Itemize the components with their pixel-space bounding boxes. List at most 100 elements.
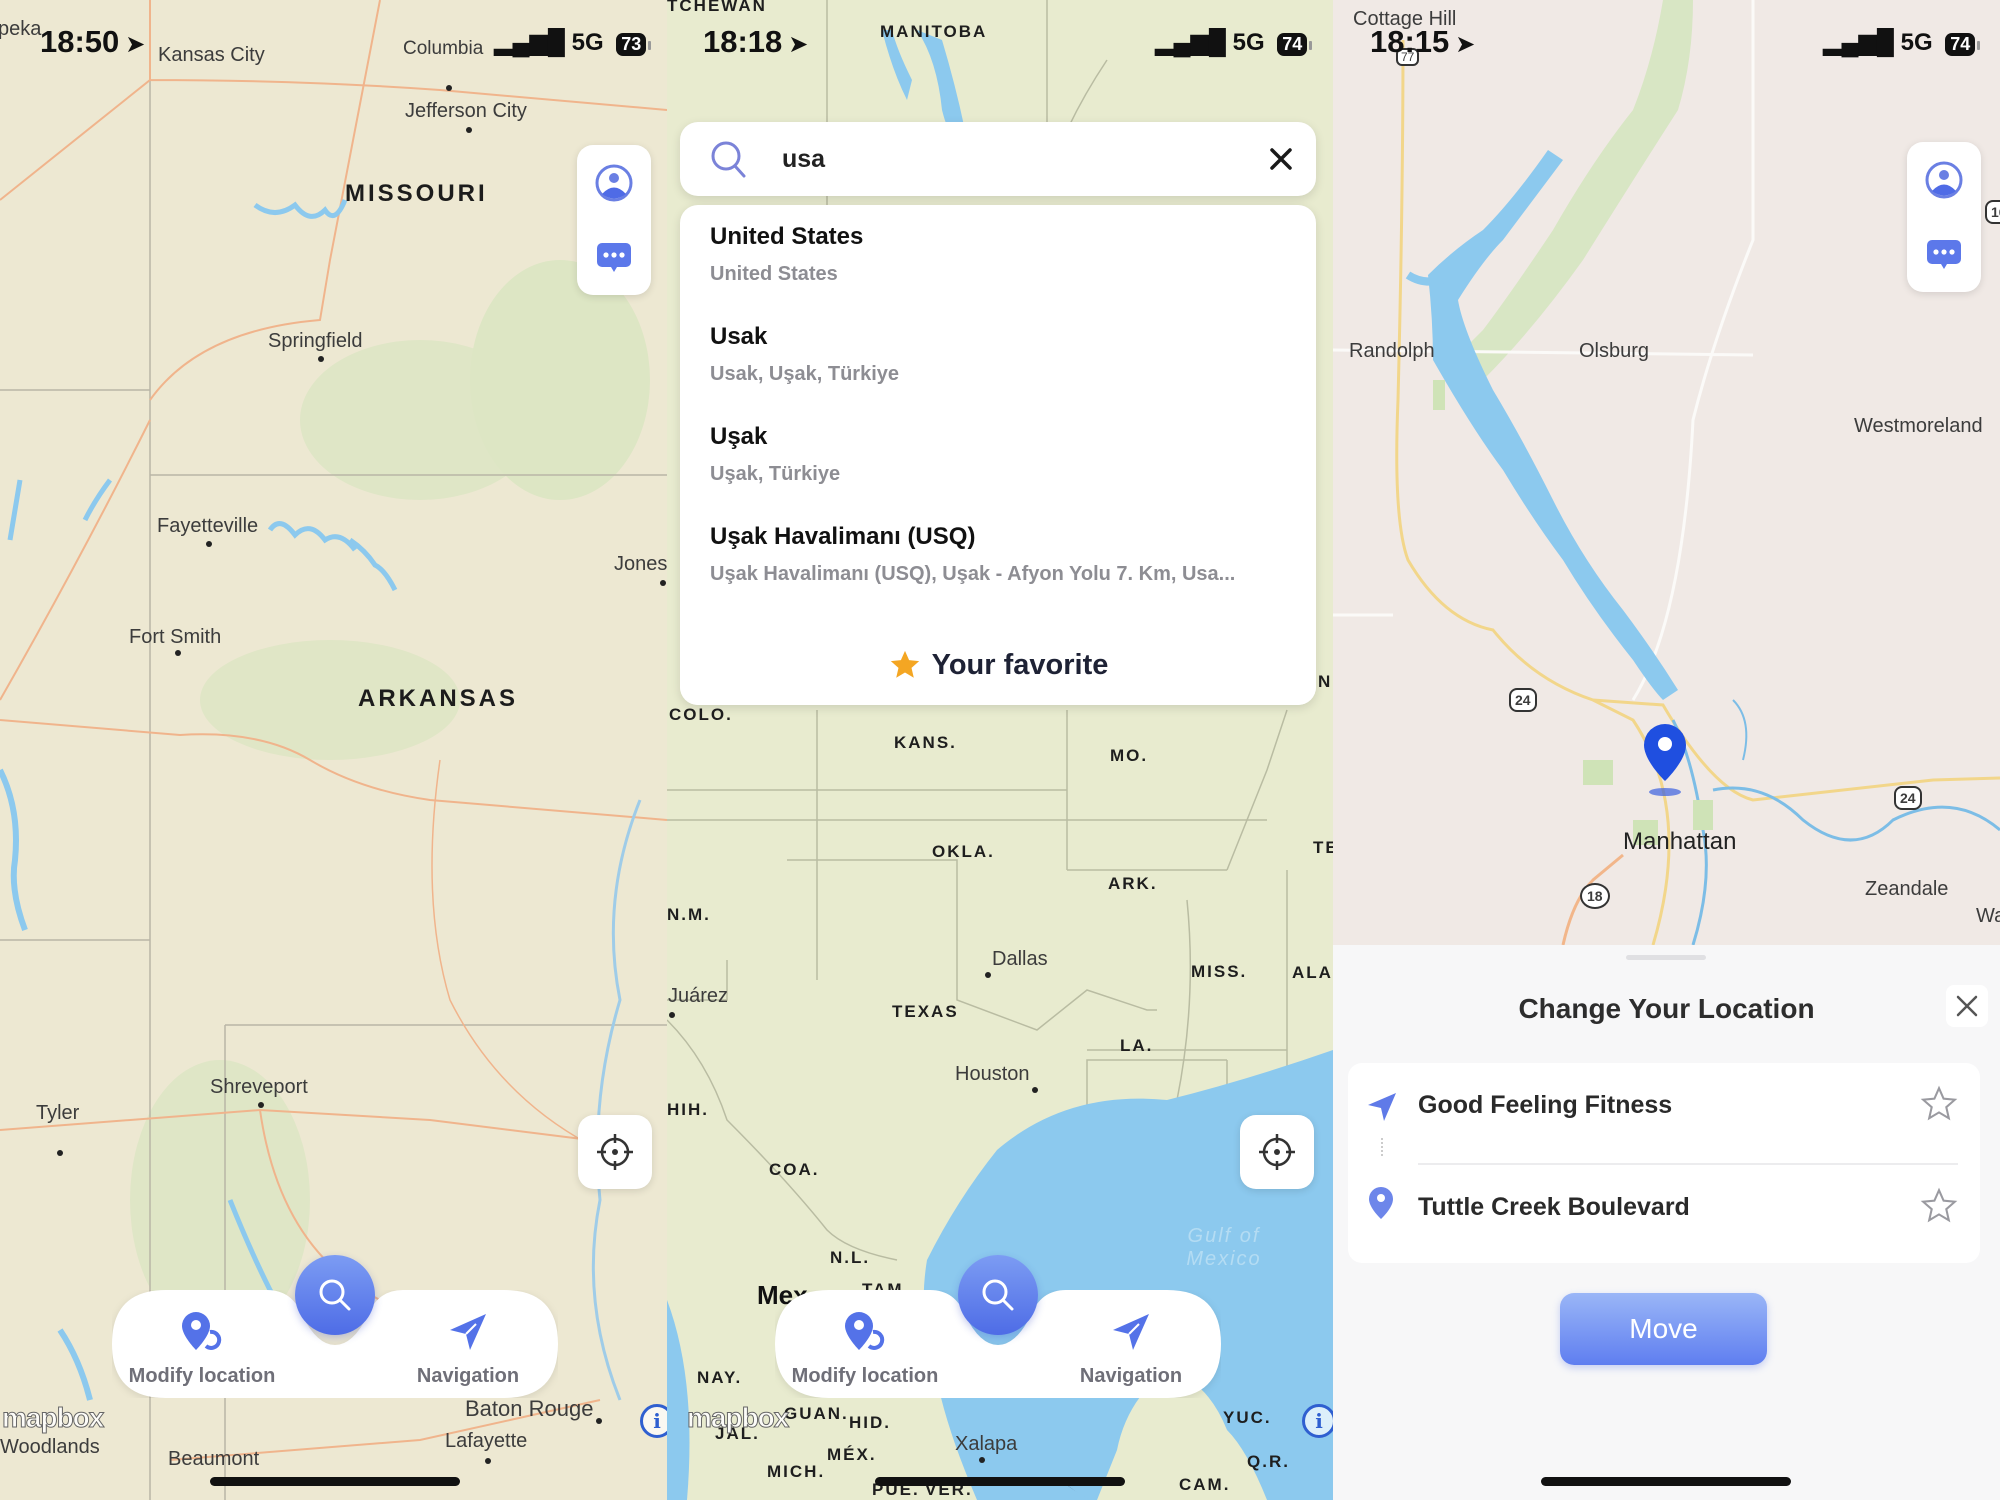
recenter-button[interactable] [578, 1115, 652, 1189]
map-label-region: MÉX. [827, 1445, 877, 1464]
map-label-city: Randolph [1349, 340, 1435, 362]
close-icon [1956, 995, 1978, 1017]
status-right: ▂▄▆█ 5G 73 [494, 28, 652, 57]
navigation-button[interactable]: Navigation [378, 1310, 558, 1388]
network-type: 5G [571, 29, 604, 56]
city-dot [318, 356, 324, 362]
attribution-info-icon[interactable]: i [1302, 1404, 1333, 1438]
signal-icon: ▂▄▆█ [494, 29, 565, 56]
search-button[interactable] [958, 1255, 1038, 1335]
change-location-sheet: Change Your Location Good Feeling Fitnes… [1333, 945, 2000, 1500]
city-dot [485, 1458, 491, 1464]
crosshair-icon [1259, 1134, 1295, 1170]
map-label-city: Beaumont [168, 1448, 260, 1470]
search-button[interactable] [295, 1255, 375, 1335]
map-label-state: MISSOURI [345, 180, 488, 207]
map-label-region: NAY. [697, 1368, 743, 1387]
search-result-item[interactable]: Uşak Havalimanı (USQ) Uşak Havalimanı (U… [710, 523, 1296, 623]
modify-location-button[interactable]: Modify location [775, 1310, 955, 1388]
city-dot [669, 1012, 675, 1018]
search-input[interactable] [780, 138, 1214, 180]
home-indicator [210, 1477, 460, 1486]
network-type: 5G [1900, 29, 1933, 56]
network-type: 5G [1232, 29, 1265, 56]
city-dot [596, 1418, 602, 1424]
search-icon [982, 1279, 1014, 1311]
navigation-button[interactable]: Navigation [1041, 1310, 1221, 1388]
location-row-destination[interactable]: Tuttle Creek Boulevard [1348, 1165, 1980, 1255]
sheet-grabber[interactable] [1626, 955, 1706, 960]
star-outline-icon[interactable] [1920, 1187, 1958, 1225]
location-name: Tuttle Creek Boulevard [1418, 1193, 1690, 1221]
highway-shield: 24 [1509, 688, 1537, 712]
chat-icon[interactable] [1924, 234, 1964, 274]
map-label-city: Westmoreland [1854, 415, 1983, 437]
location-row-origin[interactable]: Good Feeling Fitness [1348, 1063, 1980, 1153]
map-label-city: Houston [955, 1063, 1030, 1085]
map-label-city: Shreveport [210, 1076, 308, 1098]
result-title: United States [710, 223, 864, 250]
star-outline-icon[interactable] [1920, 1085, 1958, 1123]
modify-location-icon [845, 1312, 885, 1350]
map-label-city: Juárez [668, 985, 729, 1007]
search-result-item[interactable]: United States United States [710, 223, 1296, 323]
highway-shield: 18 [1580, 883, 1610, 909]
map-label-region: TCHEWAN [667, 0, 767, 15]
location-arrow-icon: ➤ [1455, 31, 1476, 58]
city-dot [979, 1457, 985, 1463]
attribution-info-icon[interactable]: i [640, 1404, 667, 1438]
battery-icon: 74 [1277, 33, 1313, 56]
map-label-region: ARK. [1108, 874, 1158, 893]
recenter-button[interactable] [1240, 1115, 1314, 1189]
your-favorite-button[interactable]: Your favorite [680, 625, 1316, 705]
map-label-city: Jefferson City [405, 100, 527, 122]
map-label-city: Springfield [268, 330, 363, 352]
profile-icon[interactable] [1924, 160, 1964, 200]
signal-icon: ▂▄▆█ [1823, 29, 1894, 56]
time-text: 18:18 [703, 24, 783, 59]
navigation-label: Navigation [1079, 1365, 1183, 1387]
close-button[interactable] [1946, 985, 1988, 1027]
chat-icon[interactable] [594, 237, 634, 277]
panel-change-location: Cottage Hill Randolph Olsburg Westmorela… [1333, 0, 2000, 1500]
panel-search: TCHEWAN MANITOBA COLO. KANS. MO. OKLA. A… [667, 0, 1333, 1500]
result-subtitle: Uşak, Türkiye [710, 463, 841, 485]
map-pin-icon[interactable] [1640, 722, 1690, 797]
map-label-city: Olsburg [1579, 340, 1650, 362]
clear-search-icon[interactable] [1268, 146, 1294, 172]
search-icon [319, 1279, 351, 1311]
map-label-city: Tyler [36, 1102, 80, 1124]
map-label-region: TE [1313, 838, 1333, 857]
location-arrow-icon: ➤ [125, 31, 146, 58]
status-right: ▂▄▆█ 5G 74 [1155, 28, 1313, 57]
navigation-label: Navigation [416, 1365, 520, 1387]
result-title: Uşak Havalimanı (USQ) [710, 523, 976, 550]
profile-icon[interactable] [594, 163, 634, 203]
map-label-region: HIH. [667, 1100, 709, 1119]
map-label-region: COLO. [669, 705, 733, 724]
side-controls [1907, 142, 1981, 292]
map-label-region: N.M. [667, 905, 711, 924]
result-subtitle: Usak, Uşak, Türkiye [710, 363, 899, 385]
search-icon [711, 141, 746, 178]
modify-location-button[interactable]: Modify location [112, 1310, 292, 1388]
city-dot [175, 650, 181, 656]
mapbox-logo: mapbox [1, 1402, 104, 1434]
map-label-city: Jones [614, 553, 667, 575]
battery-icon: 74 [1945, 33, 1981, 56]
time-text: 18:50 [40, 24, 120, 59]
map-label-region: CAM. [1179, 1475, 1231, 1494]
move-button[interactable]: Move [1560, 1293, 1767, 1365]
map-label-region: ALA [1292, 963, 1333, 982]
map-label-region: MO. [1110, 746, 1149, 765]
modify-location-label: Modify location [791, 1365, 939, 1387]
navigation-icon [450, 1314, 486, 1350]
search-result-item[interactable]: Uşak Uşak, Türkiye [710, 423, 1296, 523]
map-label-region: COA. [769, 1160, 820, 1179]
search-result-item[interactable]: Usak Usak, Uşak, Türkiye [710, 323, 1296, 423]
side-controls [577, 145, 651, 295]
route-connector [1381, 1138, 1385, 1156]
result-title: Usak [710, 323, 768, 350]
city-dot [466, 127, 472, 133]
mapbox-logo: mapbox [686, 1402, 789, 1434]
